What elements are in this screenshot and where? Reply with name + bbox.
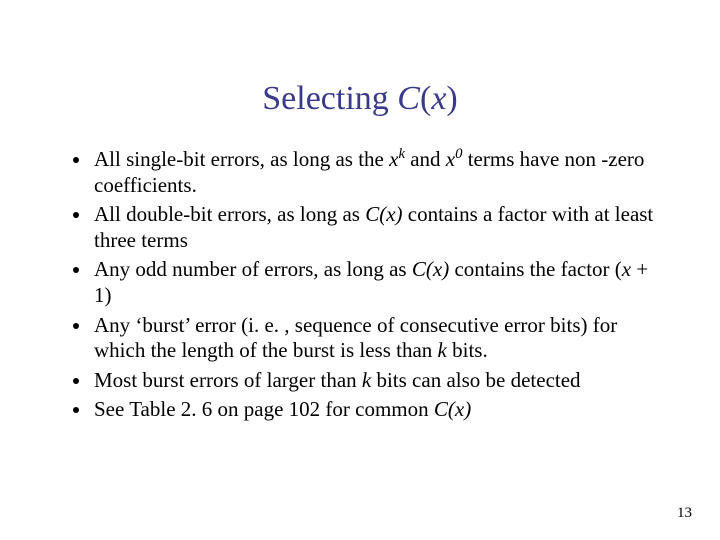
text: Any ‘burst’ error (i. e. , sequence of c… (94, 313, 617, 363)
fn-C: C (365, 202, 379, 226)
var-x: x (446, 147, 455, 171)
var-k: k (438, 338, 447, 362)
fn-of-x: (x) (379, 202, 402, 226)
title-text: Selecting (262, 80, 397, 117)
title-fn-open: ( (420, 80, 431, 117)
list-item: Any odd number of errors, as long as C(x… (92, 257, 660, 308)
list-item: All single-bit errors, as long as the xk… (92, 146, 660, 198)
text: contains the factor ( (449, 257, 622, 281)
title-fn-x: x (431, 80, 446, 117)
fn-C: C (412, 257, 426, 281)
bullet-list: All single-bit errors, as long as the x k… (70, 146, 660, 423)
text: Any odd number of errors, as long as (94, 257, 412, 281)
text: bits. (447, 338, 488, 362)
page-number: 13 (677, 505, 692, 522)
fn-C: C (434, 397, 448, 421)
list-item: See Table 2. 6 on page 102 for common C(… (92, 397, 660, 423)
text: See Table 2. 6 on page 102 for common (94, 397, 434, 421)
text: All double-bit errors, as long as (94, 202, 365, 226)
fn-of-x: (x) (448, 397, 471, 421)
text: Most burst errors of larger than (94, 368, 362, 392)
text: and (405, 147, 446, 171)
var-k: k (362, 368, 371, 392)
text: bits can also be detected (371, 368, 580, 392)
title-fn-close: ) (446, 80, 457, 117)
slide-title: Selecting C(x) (60, 80, 660, 118)
var-x: x (622, 257, 631, 281)
list-item: Any ‘burst’ error (i. e. , sequence of c… (92, 313, 660, 364)
text: All single-bit errors, as long as the (94, 147, 389, 171)
slide: Selecting C(x) All single-bit errors, as… (0, 0, 720, 540)
list-item: All double-bit errors, as long as C(x) c… (92, 202, 660, 253)
list-item: Most burst errors of larger than k bits … (92, 368, 660, 394)
title-fn-C: C (397, 80, 420, 117)
fn-of-x: (x) (426, 257, 449, 281)
